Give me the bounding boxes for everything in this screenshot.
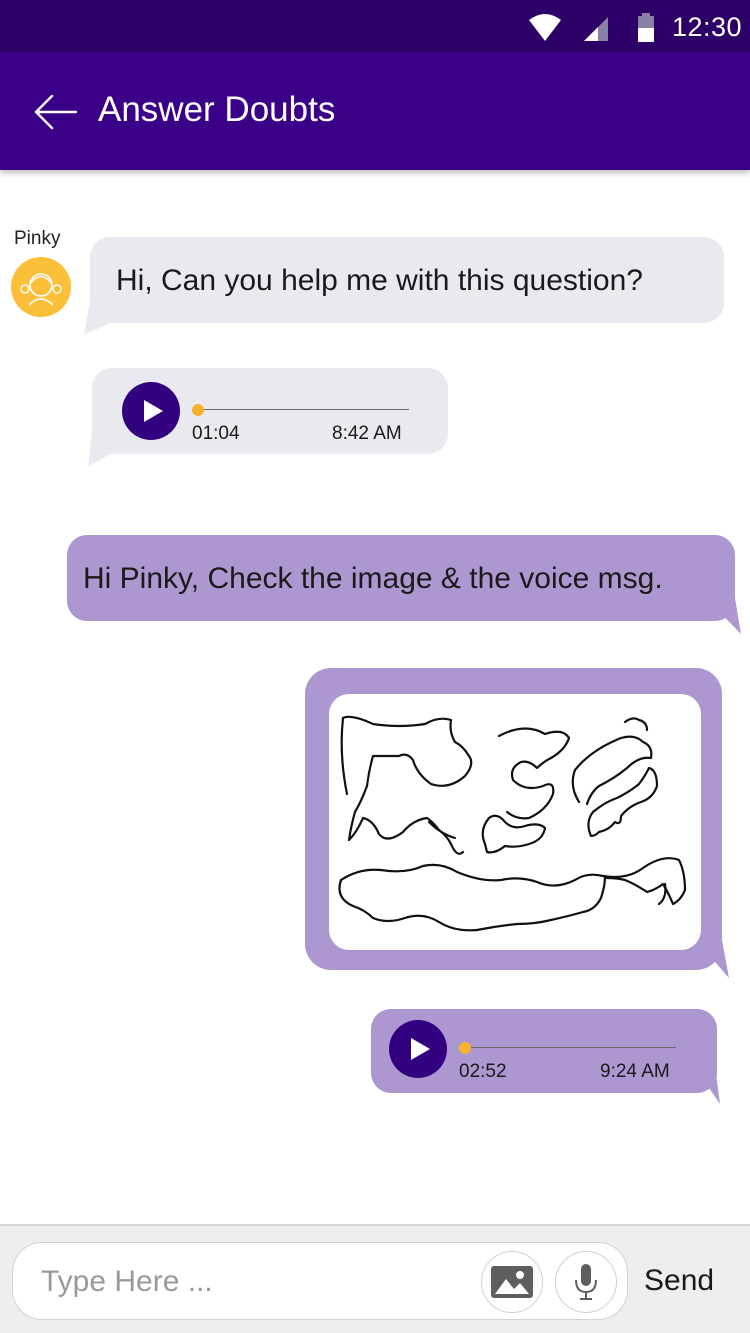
play-icon bbox=[411, 1038, 430, 1060]
sketch-image[interactable] bbox=[329, 694, 701, 950]
avatar[interactable] bbox=[11, 257, 71, 317]
message-text: Hi, Can you help me with this question? bbox=[116, 264, 643, 297]
message-text: Hi Pinky, Check the image & the voice ms… bbox=[83, 562, 663, 595]
record-voice-button[interactable] bbox=[555, 1251, 617, 1313]
outgoing-audio-message: 02:52 9:24 AM bbox=[371, 1009, 717, 1093]
audio-duration: 02:52 bbox=[459, 1061, 507, 1082]
message-time: 9:24 AM bbox=[600, 1061, 670, 1082]
status-bar: 12:30 bbox=[0, 0, 750, 52]
app-bar: Answer Doubts bbox=[0, 52, 750, 170]
incoming-message[interactable]: Hi, Can you help me with this question? bbox=[90, 237, 724, 323]
message-input-box bbox=[12, 1242, 628, 1320]
signal-icon bbox=[584, 17, 608, 41]
play-button[interactable] bbox=[122, 382, 180, 440]
audio-progress-knob[interactable] bbox=[192, 404, 204, 416]
outgoing-message[interactable]: Hi Pinky, Check the image & the voice ms… bbox=[67, 535, 735, 621]
audio-progress-track[interactable] bbox=[465, 1047, 676, 1048]
sender-name: Pinky bbox=[14, 228, 61, 249]
incoming-audio-message: 01:04 8:42 AM bbox=[92, 368, 448, 454]
play-icon bbox=[144, 400, 163, 422]
attach-image-button[interactable] bbox=[481, 1251, 543, 1313]
message-input[interactable] bbox=[41, 1261, 471, 1303]
arrow-left-icon bbox=[34, 94, 78, 130]
wifi-icon bbox=[529, 14, 561, 41]
image-icon bbox=[491, 1266, 533, 1298]
page-title: Answer Doubts bbox=[98, 90, 336, 129]
send-button[interactable]: Send bbox=[644, 1264, 714, 1298]
play-button[interactable] bbox=[389, 1020, 447, 1078]
message-composer: Send bbox=[0, 1224, 750, 1333]
sketch-drawing bbox=[338, 715, 687, 932]
outgoing-image-message bbox=[305, 668, 722, 970]
message-time: 8:42 AM bbox=[332, 423, 402, 444]
back-button[interactable] bbox=[32, 92, 80, 132]
audio-progress-knob[interactable] bbox=[459, 1042, 471, 1054]
status-time: 12:30 bbox=[672, 12, 743, 42]
battery-icon bbox=[638, 13, 654, 42]
audio-progress-track[interactable] bbox=[198, 409, 409, 410]
audio-duration: 01:04 bbox=[192, 423, 240, 444]
girl-avatar-icon bbox=[20, 273, 62, 306]
microphone-icon bbox=[575, 1264, 597, 1300]
